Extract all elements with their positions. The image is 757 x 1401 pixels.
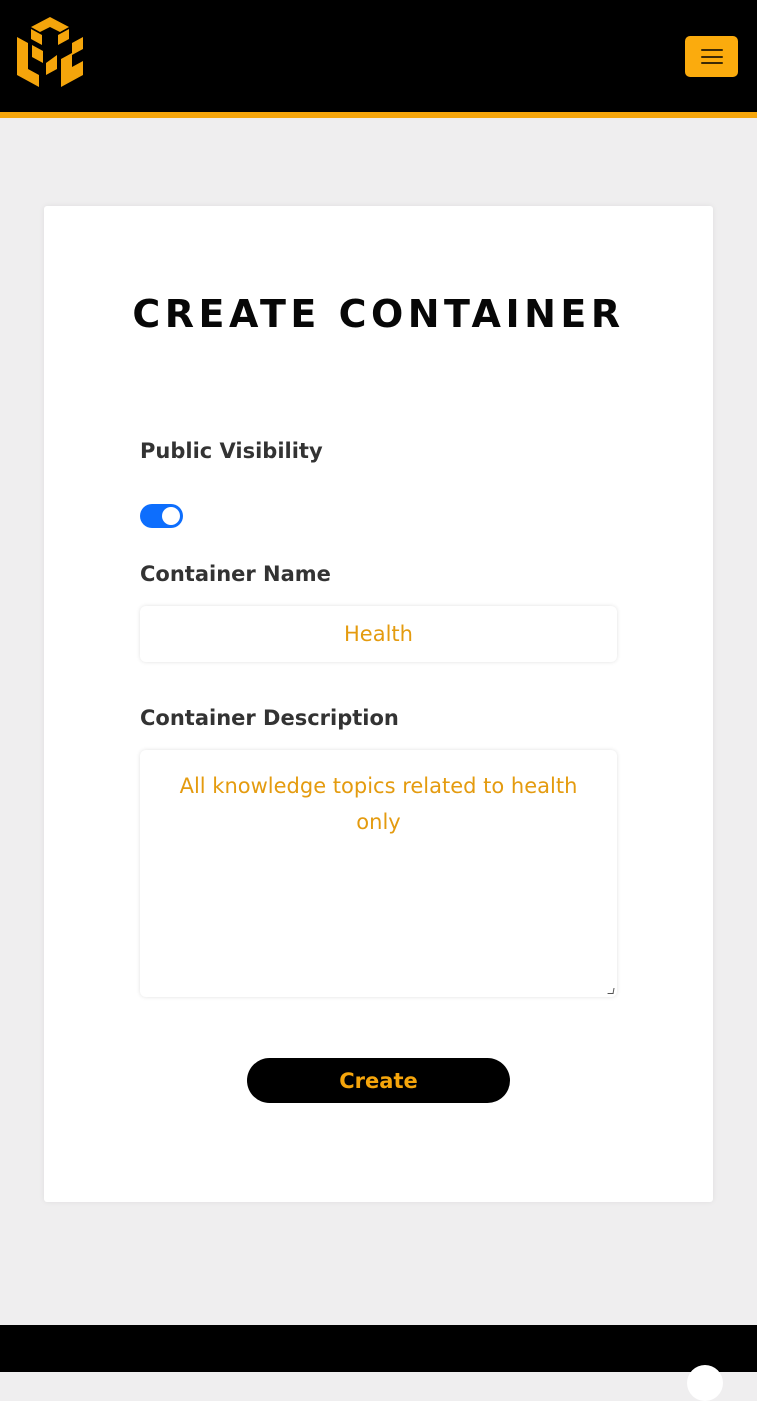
container-name-label: Container Name [140,562,331,586]
page-title: CREATE CONTAINER [132,292,625,336]
top-navbar [0,0,757,118]
ccg-cube-logo-icon[interactable] [13,15,87,97]
create-button[interactable]: Create [247,1058,510,1103]
circle-icon[interactable] [687,1365,723,1401]
menu-toggle-button[interactable] [685,36,738,77]
container-description-label: Container Description [140,706,399,730]
toggle-knob [162,507,180,525]
public-visibility-toggle[interactable] [140,504,183,528]
hamburger-menu-icon [701,49,723,64]
container-description-textarea[interactable]: All knowledge topics related to health o… [140,750,617,997]
resize-handle-icon[interactable] [607,988,615,994]
container-name-value: Health [344,622,413,646]
create-container-card [44,206,713,1202]
container-description-value: All knowledge topics related to health o… [179,774,578,834]
footer [0,1325,757,1401]
container-name-input[interactable]: Health [140,606,617,662]
public-visibility-label: Public Visibility [140,439,323,463]
